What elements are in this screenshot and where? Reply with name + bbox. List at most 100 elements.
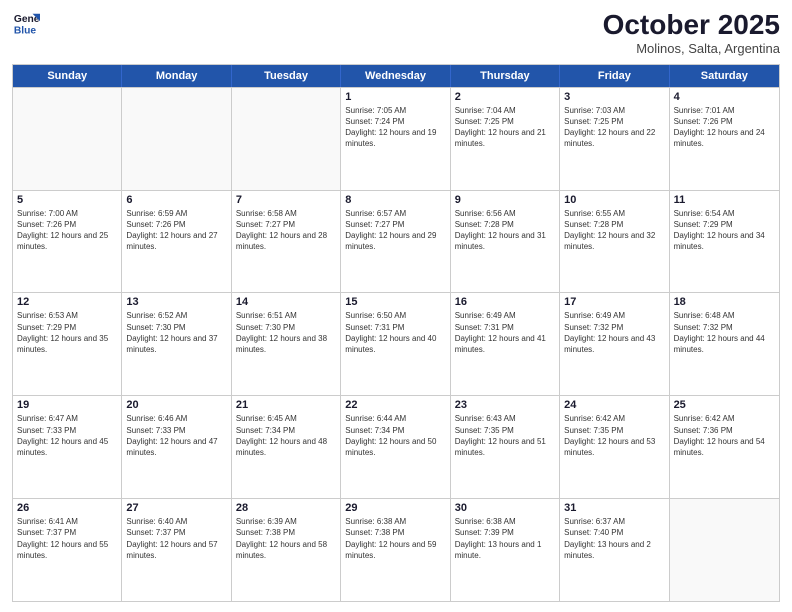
day-cell: 7Sunrise: 6:58 AM Sunset: 7:27 PM Daylig… xyxy=(232,191,341,293)
day-cell xyxy=(232,88,341,190)
week-row-2: 5Sunrise: 7:00 AM Sunset: 7:26 PM Daylig… xyxy=(13,190,779,293)
day-info: Sunrise: 7:03 AM Sunset: 7:25 PM Dayligh… xyxy=(564,105,664,150)
day-info: Sunrise: 6:48 AM Sunset: 7:32 PM Dayligh… xyxy=(674,310,775,355)
day-number: 2 xyxy=(455,91,555,103)
day-number: 8 xyxy=(345,194,445,206)
day-cell: 28Sunrise: 6:39 AM Sunset: 7:38 PM Dayli… xyxy=(232,499,341,601)
week-row-5: 26 Sunrise: 6:41 AM Sunset: 7:37 PM Dayli… xyxy=(13,498,779,601)
page-container: General Blue General Blue October 2025 M… xyxy=(0,0,792,612)
day-info: Sunrise: 6:41 AM Sunset: 7:37 PM Dayligh… xyxy=(17,516,117,561)
day-header-tuesday: Tuesday xyxy=(232,65,341,87)
day-cell: 16 Sunrise: 6:49 AM Sunset: 7:31 PM Dayli… xyxy=(451,293,560,395)
day-info: Sunrise: 7:01 AM Sunset: 7:26 PM Dayligh… xyxy=(674,105,775,150)
day-info: Sunrise: 6:59 AM Sunset: 7:26 PM Dayligh… xyxy=(126,208,226,253)
day-cell: 22Sunrise: 6:44 AM Sunset: 7:34 PM Dayli… xyxy=(341,396,450,498)
month-title: October 2025 xyxy=(603,10,780,41)
week-row-4: 19Sunrise: 6:47 AM Sunset: 7:33 PM Dayli… xyxy=(13,395,779,498)
day-number: 12 xyxy=(17,296,117,308)
day-cell: 27 Sunrise: 6:40 AM Sunset: 7:37 PM Dayli… xyxy=(122,499,231,601)
day-number: 27 xyxy=(126,502,226,514)
day-info: Sunrise: 6:57 AM Sunset: 7:27 PM Dayligh… xyxy=(345,208,445,253)
day-cell: 11Sunrise: 6:54 AM Sunset: 7:29 PM Dayli… xyxy=(670,191,779,293)
day-cell: 23 Sunrise: 6:43 AM Sunset: 7:35 PM Dayli… xyxy=(451,396,560,498)
day-cell: 8 Sunrise: 6:57 AM Sunset: 7:27 PM Daylig… xyxy=(341,191,450,293)
day-number: 30 xyxy=(455,502,555,514)
day-cell: 21 Sunrise: 6:45 AM Sunset: 7:34 PM Dayli… xyxy=(232,396,341,498)
day-number: 10 xyxy=(564,194,664,206)
day-number: 1 xyxy=(345,91,445,103)
page-header: General Blue General Blue October 2025 M… xyxy=(12,10,780,56)
day-cell xyxy=(13,88,122,190)
day-number: 21 xyxy=(236,399,336,411)
day-number: 4 xyxy=(674,91,775,103)
day-info: Sunrise: 6:52 AM Sunset: 7:30 PM Dayligh… xyxy=(126,310,226,355)
day-info: Sunrise: 6:38 AM Sunset: 7:39 PM Dayligh… xyxy=(455,516,555,561)
day-cell: 30 Sunrise: 6:38 AM Sunset: 7:39 PM Dayli… xyxy=(451,499,560,601)
day-info: Sunrise: 6:51 AM Sunset: 7:30 PM Dayligh… xyxy=(236,310,336,355)
day-number: 15 xyxy=(345,296,445,308)
day-number: 26 xyxy=(17,502,117,514)
day-info: Sunrise: 6:37 AM Sunset: 7:40 PM Dayligh… xyxy=(564,516,664,561)
day-cell: 13 Sunrise: 6:52 AM Sunset: 7:30 PM Dayli… xyxy=(122,293,231,395)
day-number: 22 xyxy=(345,399,445,411)
day-info: Sunrise: 6:56 AM Sunset: 7:28 PM Dayligh… xyxy=(455,208,555,253)
day-cell: 1 Sunrise: 7:05 AM Sunset: 7:24 PM Daylig… xyxy=(341,88,450,190)
day-cell: 24 Sunrise: 6:42 AM Sunset: 7:35 PM Dayli… xyxy=(560,396,669,498)
day-cell: 17Sunrise: 6:49 AM Sunset: 7:32 PM Dayli… xyxy=(560,293,669,395)
day-cell: 2 Sunrise: 7:04 AM Sunset: 7:25 PM Daylig… xyxy=(451,88,560,190)
day-header-saturday: Saturday xyxy=(670,65,779,87)
day-info: Sunrise: 6:40 AM Sunset: 7:37 PM Dayligh… xyxy=(126,516,226,561)
day-info: Sunrise: 7:04 AM Sunset: 7:25 PM Dayligh… xyxy=(455,105,555,150)
day-cell xyxy=(670,499,779,601)
day-number: 29 xyxy=(345,502,445,514)
day-number: 16 xyxy=(455,296,555,308)
logo-icon: General Blue xyxy=(12,10,40,38)
day-info: Sunrise: 6:42 AM Sunset: 7:35 PM Dayligh… xyxy=(564,413,664,458)
day-cell: 9Sunrise: 6:56 AM Sunset: 7:28 PM Daylig… xyxy=(451,191,560,293)
day-number: 24 xyxy=(564,399,664,411)
day-headers: SundayMondayTuesdayWednesdayThursdayFrid… xyxy=(13,65,779,87)
day-info: Sunrise: 6:54 AM Sunset: 7:29 PM Dayligh… xyxy=(674,208,775,253)
day-info: Sunrise: 6:38 AM Sunset: 7:38 PM Dayligh… xyxy=(345,516,445,561)
day-info: Sunrise: 6:45 AM Sunset: 7:34 PM Dayligh… xyxy=(236,413,336,458)
day-info: Sunrise: 7:00 AM Sunset: 7:26 PM Dayligh… xyxy=(17,208,117,253)
location: Molinos, Salta, Argentina xyxy=(603,41,780,56)
day-header-friday: Friday xyxy=(560,65,669,87)
day-number: 28 xyxy=(236,502,336,514)
svg-text:Blue: Blue xyxy=(14,25,37,36)
day-cell: 6Sunrise: 6:59 AM Sunset: 7:26 PM Daylig… xyxy=(122,191,231,293)
day-header-wednesday: Wednesday xyxy=(341,65,450,87)
day-cell: 10Sunrise: 6:55 AM Sunset: 7:28 PM Dayli… xyxy=(560,191,669,293)
day-info: Sunrise: 6:46 AM Sunset: 7:33 PM Dayligh… xyxy=(126,413,226,458)
day-info: Sunrise: 6:49 AM Sunset: 7:32 PM Dayligh… xyxy=(564,310,664,355)
day-info: Sunrise: 6:43 AM Sunset: 7:35 PM Dayligh… xyxy=(455,413,555,458)
title-block: October 2025 Molinos, Salta, Argentina xyxy=(603,10,780,56)
day-number: 13 xyxy=(126,296,226,308)
day-info: Sunrise: 6:53 AM Sunset: 7:29 PM Dayligh… xyxy=(17,310,117,355)
day-number: 18 xyxy=(674,296,775,308)
day-number: 20 xyxy=(126,399,226,411)
week-row-1: 1 Sunrise: 7:05 AM Sunset: 7:24 PM Daylig… xyxy=(13,87,779,190)
day-number: 23 xyxy=(455,399,555,411)
day-cell: 14 Sunrise: 6:51 AM Sunset: 7:30 PM Dayli… xyxy=(232,293,341,395)
day-cell: 18 Sunrise: 6:48 AM Sunset: 7:32 PM Dayli… xyxy=(670,293,779,395)
day-cell xyxy=(122,88,231,190)
day-number: 25 xyxy=(674,399,775,411)
day-header-sunday: Sunday xyxy=(13,65,122,87)
logo: General Blue General Blue xyxy=(12,10,40,38)
day-info: Sunrise: 6:58 AM Sunset: 7:27 PM Dayligh… xyxy=(236,208,336,253)
day-number: 14 xyxy=(236,296,336,308)
day-number: 3 xyxy=(564,91,664,103)
day-cell: 20 Sunrise: 6:46 AM Sunset: 7:33 PM Dayli… xyxy=(122,396,231,498)
day-cell: 19Sunrise: 6:47 AM Sunset: 7:33 PM Dayli… xyxy=(13,396,122,498)
day-info: Sunrise: 6:42 AM Sunset: 7:36 PM Dayligh… xyxy=(674,413,775,458)
weeks: 1 Sunrise: 7:05 AM Sunset: 7:24 PM Daylig… xyxy=(13,87,779,601)
day-cell: 12 Sunrise: 6:53 AM Sunset: 7:29 PM Dayli… xyxy=(13,293,122,395)
day-info: Sunrise: 7:05 AM Sunset: 7:24 PM Dayligh… xyxy=(345,105,445,150)
day-cell: 26 Sunrise: 6:41 AM Sunset: 7:37 PM Dayli… xyxy=(13,499,122,601)
day-cell: 31Sunrise: 6:37 AM Sunset: 7:40 PM Dayli… xyxy=(560,499,669,601)
day-info: Sunrise: 6:50 AM Sunset: 7:31 PM Dayligh… xyxy=(345,310,445,355)
day-info: Sunrise: 6:49 AM Sunset: 7:31 PM Dayligh… xyxy=(455,310,555,355)
day-cell: 3 Sunrise: 7:03 AM Sunset: 7:25 PM Daylig… xyxy=(560,88,669,190)
day-header-monday: Monday xyxy=(122,65,231,87)
